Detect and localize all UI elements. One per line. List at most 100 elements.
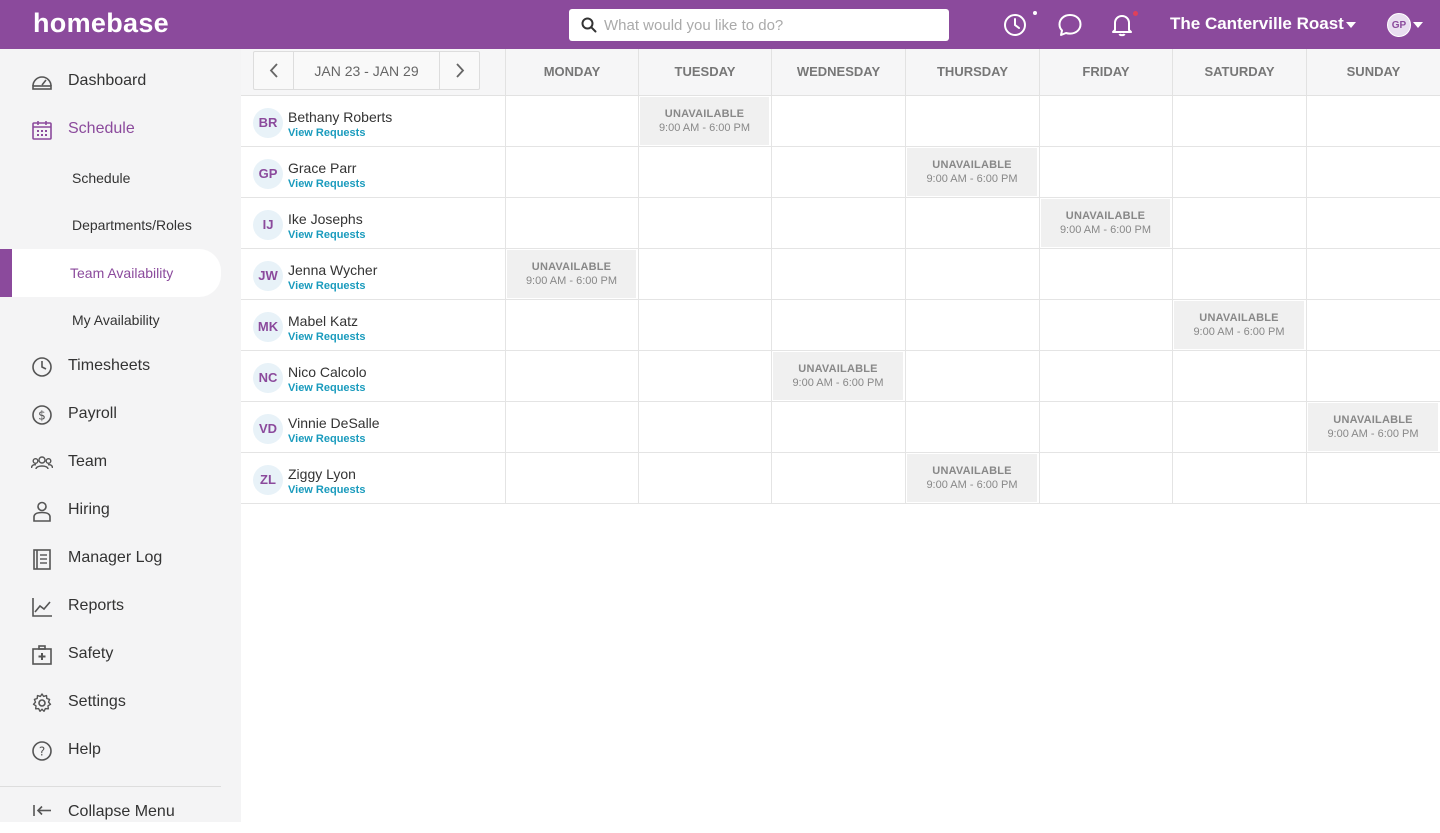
day-cell[interactable] [638, 300, 771, 350]
day-cell[interactable] [1172, 402, 1306, 452]
view-requests-link[interactable]: View Requests [288, 229, 365, 241]
sidebar-item-timesheets[interactable]: Timesheets [0, 347, 221, 387]
day-cell[interactable] [638, 198, 771, 248]
sidebar-item-hiring[interactable]: Hiring [0, 491, 221, 531]
unavailable-block[interactable]: UNAVAILABLE 9:00 AM - 6:00 PM [773, 352, 903, 400]
sidebar-item-dashboard[interactable]: Dashboard [0, 62, 221, 102]
chevron-down-icon[interactable] [1413, 22, 1423, 28]
day-cell[interactable]: UNAVAILABLE 9:00 AM - 6:00 PM [905, 453, 1039, 503]
unavailable-block[interactable]: UNAVAILABLE 9:00 AM - 6:00 PM [507, 250, 636, 298]
unavailable-block[interactable]: UNAVAILABLE 9:00 AM - 6:00 PM [1174, 301, 1304, 349]
sidebar-item-team[interactable]: Team [0, 443, 221, 483]
day-cell[interactable]: UNAVAILABLE 9:00 AM - 6:00 PM [905, 147, 1039, 197]
day-cell[interactable] [1172, 351, 1306, 401]
day-cell[interactable] [771, 453, 905, 503]
day-cell[interactable] [1039, 402, 1172, 452]
day-cell[interactable] [771, 402, 905, 452]
view-requests-link[interactable]: View Requests [288, 178, 365, 190]
day-cell[interactable] [1039, 249, 1172, 299]
next-week-button[interactable] [439, 52, 479, 89]
unavailable-block[interactable]: UNAVAILABLE 9:00 AM - 6:00 PM [907, 148, 1037, 196]
logo[interactable]: homebase [33, 8, 169, 39]
day-cell[interactable] [505, 300, 638, 350]
day-cell[interactable] [1172, 198, 1306, 248]
day-cell[interactable] [505, 147, 638, 197]
day-cell[interactable]: UNAVAILABLE 9:00 AM - 6:00 PM [505, 249, 638, 299]
sidebar-item-help[interactable]: ? Help [0, 731, 221, 771]
sidebar-item-reports[interactable]: Reports [0, 587, 221, 627]
day-cell[interactable]: UNAVAILABLE 9:00 AM - 6:00 PM [638, 96, 771, 146]
day-cell[interactable] [1039, 453, 1172, 503]
subnav-my-availability[interactable]: My Availability [0, 300, 221, 340]
subnav-schedule[interactable]: Schedule [0, 158, 221, 198]
day-cell[interactable] [1306, 249, 1440, 299]
day-cell[interactable] [505, 402, 638, 452]
day-cell[interactable]: UNAVAILABLE 9:00 AM - 6:00 PM [1306, 402, 1440, 452]
day-cell[interactable]: UNAVAILABLE 9:00 AM - 6:00 PM [1172, 300, 1306, 350]
day-cell[interactable] [1306, 351, 1440, 401]
view-requests-link[interactable]: View Requests [288, 127, 365, 139]
day-cell[interactable] [1306, 147, 1440, 197]
view-requests-link[interactable]: View Requests [288, 280, 365, 292]
sidebar-item-payroll[interactable]: $ Payroll [0, 395, 221, 435]
day-cell[interactable] [505, 198, 638, 248]
subnav-departments-roles[interactable]: Departments/Roles [0, 205, 221, 245]
week-range[interactable]: JAN 23 - JAN 29 [294, 63, 439, 79]
day-cell[interactable] [1306, 96, 1440, 146]
sidebar-item-safety[interactable]: Safety [0, 635, 221, 675]
day-cell[interactable] [771, 249, 905, 299]
day-cell[interactable] [905, 351, 1039, 401]
day-cell[interactable] [638, 351, 771, 401]
day-cell[interactable]: UNAVAILABLE 9:00 AM - 6:00 PM [1039, 198, 1172, 248]
day-cell[interactable] [505, 96, 638, 146]
unavailable-block[interactable]: UNAVAILABLE 9:00 AM - 6:00 PM [907, 454, 1037, 502]
day-cell[interactable] [1172, 147, 1306, 197]
previous-week-button[interactable] [254, 52, 294, 89]
day-cell[interactable] [1306, 300, 1440, 350]
day-cell[interactable] [905, 300, 1039, 350]
day-cell[interactable] [1039, 351, 1172, 401]
day-cell[interactable] [505, 453, 638, 503]
day-cell[interactable] [638, 402, 771, 452]
day-cell[interactable] [1172, 249, 1306, 299]
view-requests-link[interactable]: View Requests [288, 484, 365, 496]
day-cell[interactable] [771, 198, 905, 248]
day-cell[interactable] [1172, 96, 1306, 146]
day-cell[interactable] [638, 249, 771, 299]
sidebar-item-manager-log[interactable]: Manager Log [0, 539, 221, 579]
unavailable-block[interactable]: UNAVAILABLE 9:00 AM - 6:00 PM [1041, 199, 1170, 247]
subnav-team-availability[interactable]: Team Availability [0, 249, 221, 297]
day-cell[interactable] [1306, 198, 1440, 248]
view-requests-link[interactable]: View Requests [288, 331, 365, 343]
search-bar[interactable] [569, 9, 949, 41]
day-cell[interactable]: UNAVAILABLE 9:00 AM - 6:00 PM [771, 351, 905, 401]
day-cell[interactable] [1039, 96, 1172, 146]
day-cell[interactable] [771, 96, 905, 146]
unavailable-block[interactable]: UNAVAILABLE 9:00 AM - 6:00 PM [1308, 403, 1438, 451]
user-avatar[interactable]: GP [1387, 13, 1411, 37]
day-cell[interactable] [638, 453, 771, 503]
bell-icon[interactable] [1109, 12, 1135, 38]
search-input[interactable] [604, 9, 939, 41]
day-cell[interactable] [905, 249, 1039, 299]
view-requests-link[interactable]: View Requests [288, 382, 365, 394]
view-requests-link[interactable]: View Requests [288, 433, 365, 445]
org-switcher[interactable]: The Canterville Roast [1170, 14, 1344, 34]
sidebar-item-settings[interactable]: Settings [0, 683, 221, 723]
day-cell[interactable] [1039, 300, 1172, 350]
day-cell[interactable] [1306, 453, 1440, 503]
day-cell[interactable] [905, 402, 1039, 452]
day-cell[interactable] [1039, 147, 1172, 197]
day-cell[interactable] [771, 300, 905, 350]
day-cell[interactable] [1172, 453, 1306, 503]
timeclock-icon[interactable] [1002, 12, 1028, 38]
day-cell[interactable] [905, 96, 1039, 146]
unavailable-block[interactable]: UNAVAILABLE 9:00 AM - 6:00 PM [640, 97, 769, 145]
chevron-down-icon[interactable] [1346, 22, 1356, 28]
day-cell[interactable] [905, 198, 1039, 248]
day-cell[interactable] [505, 351, 638, 401]
day-cell[interactable] [638, 147, 771, 197]
messages-icon[interactable] [1057, 12, 1083, 38]
collapse-menu-button[interactable]: Collapse Menu [0, 793, 221, 833]
day-cell[interactable] [771, 147, 905, 197]
